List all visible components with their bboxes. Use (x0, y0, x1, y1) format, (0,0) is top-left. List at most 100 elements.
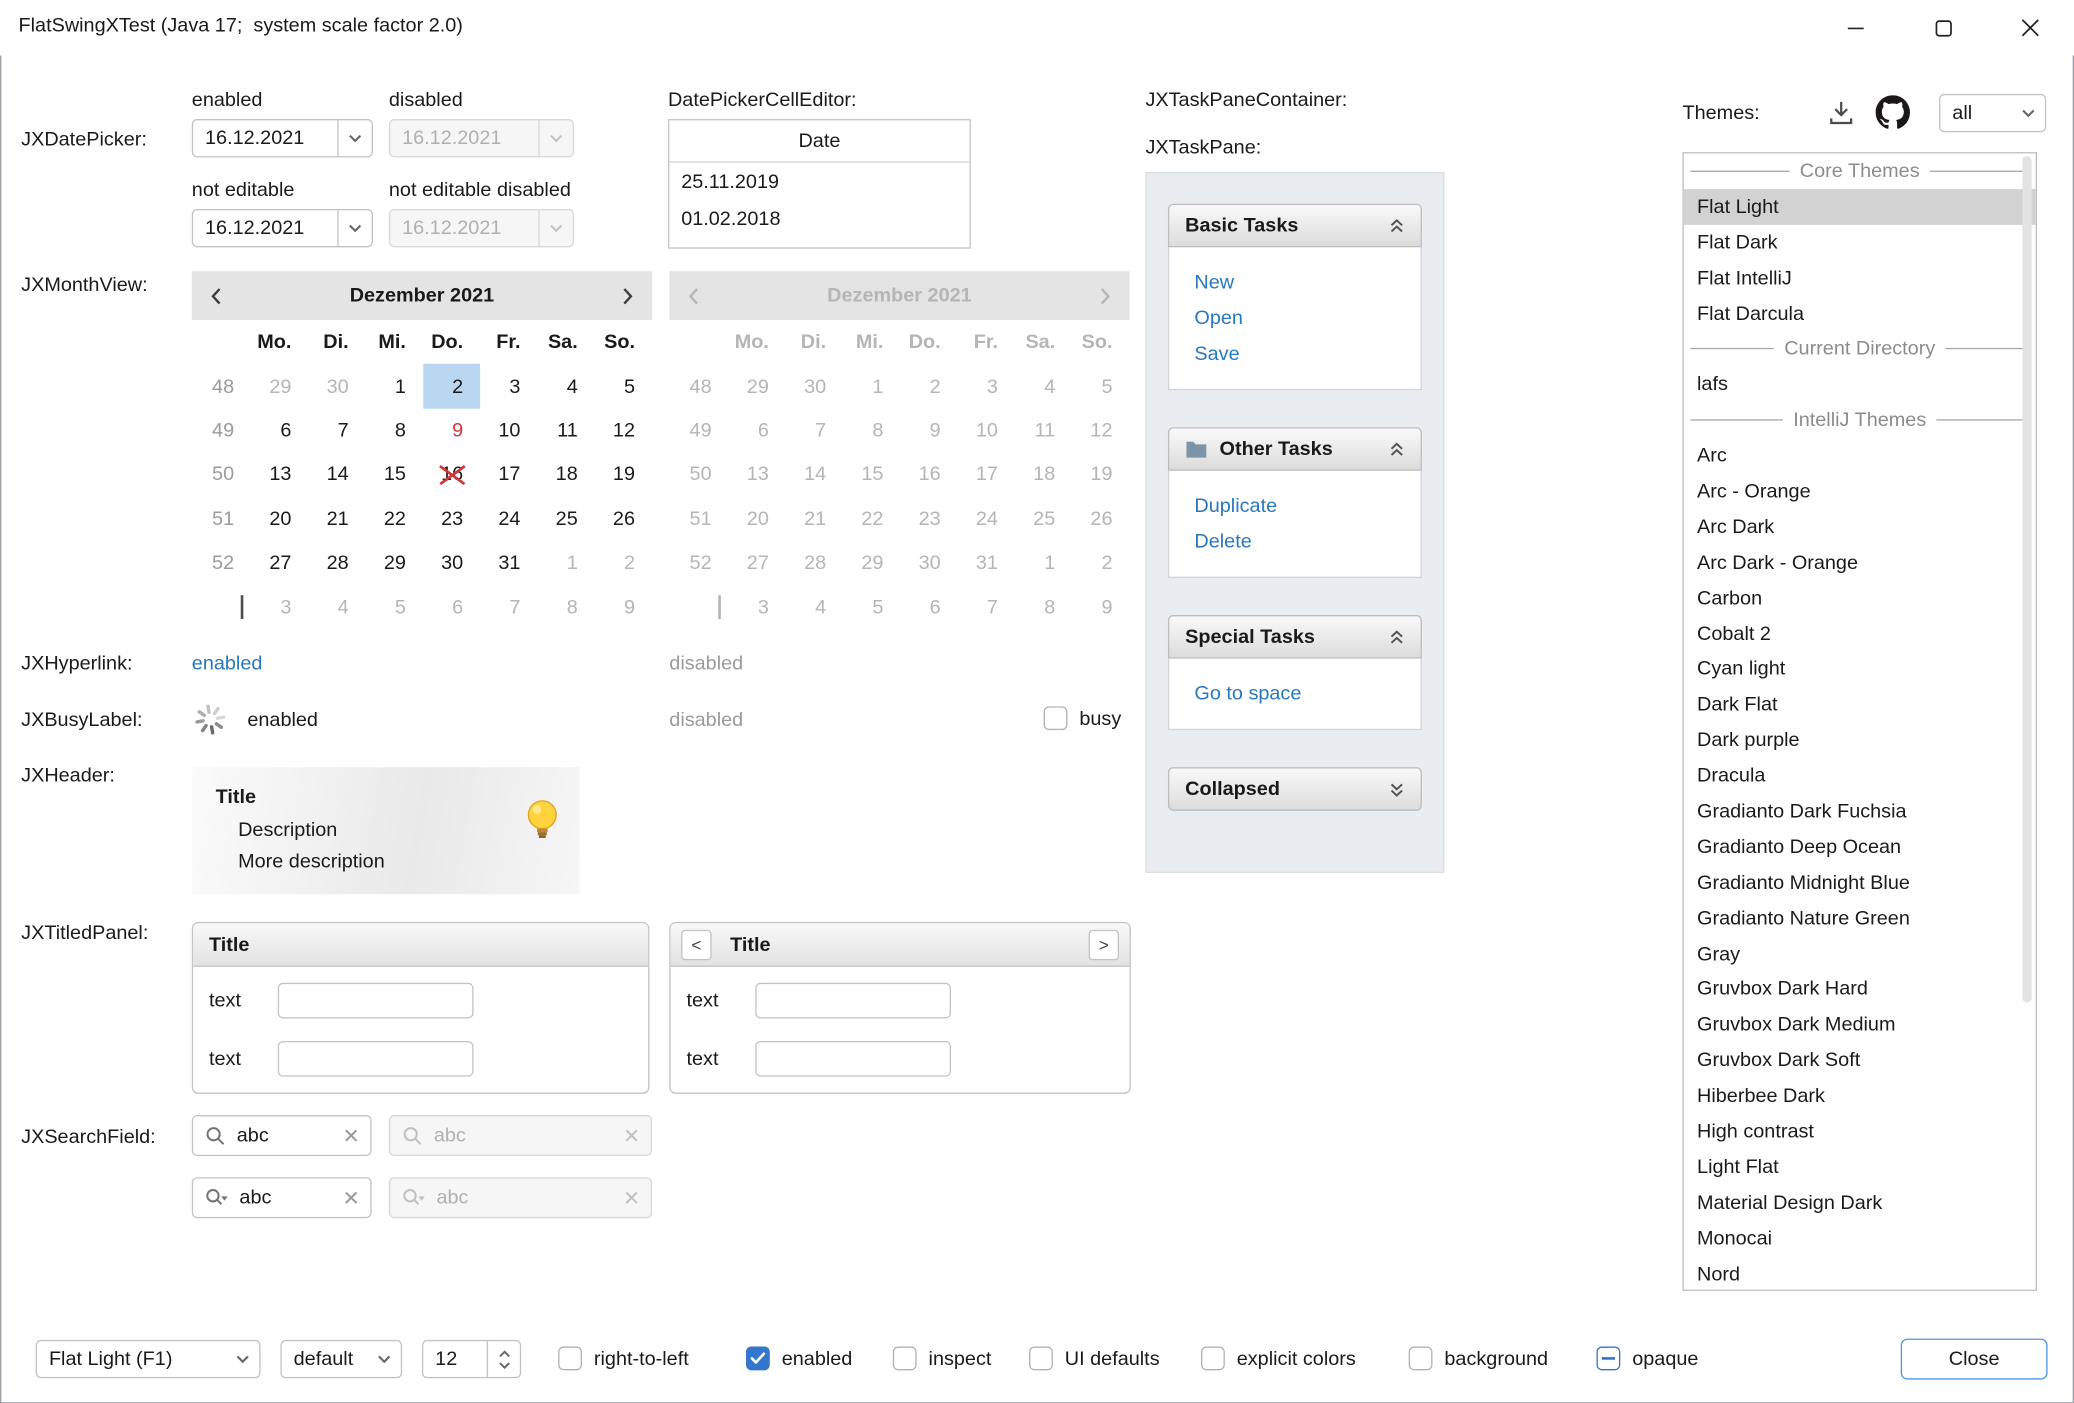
chevron-down-icon[interactable] (337, 120, 371, 156)
theme-item-dracula[interactable]: Dracula (1684, 758, 2036, 794)
calendar-day[interactable]: 5 (595, 364, 652, 408)
calendar-day[interactable]: 3 (480, 364, 537, 408)
calendar-day[interactable]: 5 (366, 585, 423, 629)
chevron-down-icon[interactable] (337, 210, 371, 246)
table-row[interactable]: 01.02.2018 (669, 200, 969, 237)
theme-item-flat-darcula[interactable]: Flat Darcula (1684, 296, 2036, 332)
taskpane-header-collapsed[interactable]: Collapsed (1168, 767, 1422, 811)
theme-item-hiberbee-dark[interactable]: Hiberbee Dark (1684, 1078, 2036, 1114)
scrollbar-thumb[interactable] (2022, 156, 2031, 1003)
checkbox-opaque[interactable]: opaque (1597, 1347, 1699, 1371)
search-field[interactable]: abc (192, 1115, 372, 1156)
style-combo[interactable]: default (280, 1340, 402, 1378)
theme-item-gray[interactable]: Gray (1684, 936, 2036, 972)
theme-item-cyan-light[interactable]: Cyan light (1684, 651, 2036, 687)
theme-item-dark-flat[interactable]: Dark Flat (1684, 687, 2036, 723)
calendar-day[interactable]: 14 (309, 453, 366, 497)
spinner-up-icon[interactable] (498, 1350, 510, 1358)
calendar-day[interactable]: 7 (309, 408, 366, 452)
theme-item-lafs[interactable]: lafs (1684, 367, 2036, 403)
theme-filter-combo[interactable]: all (1939, 94, 2046, 132)
calendar-day[interactable]: 30 (423, 541, 480, 585)
text-input[interactable] (278, 1041, 474, 1077)
taskpane-header-other-tasks[interactable]: Other Tasks (1168, 427, 1422, 471)
task-link-go-to-space[interactable]: Go to space (1194, 676, 1395, 712)
window-minimize-button[interactable] (1812, 0, 1899, 56)
calendar-day[interactable]: 4 (309, 585, 366, 629)
calendar-day[interactable]: 17 (480, 453, 537, 497)
window-maximize-button[interactable] (1899, 0, 1986, 56)
taskpane-header-basic-tasks[interactable]: Basic Tasks (1168, 204, 1422, 248)
calendar-day[interactable]: 1 (538, 541, 595, 585)
calendar-day[interactable]: 8 (366, 408, 423, 452)
checkbox-background[interactable]: background (1409, 1347, 1548, 1371)
calendar-day[interactable]: 28 (309, 541, 366, 585)
calendar-day[interactable]: 7 (480, 585, 537, 629)
calendar-day[interactable]: 2 (595, 541, 652, 585)
theme-item-flat-light[interactable]: Flat Light (1684, 189, 2036, 225)
calendar-day[interactable]: 30 (309, 364, 366, 408)
calendar-day[interactable]: 2 (423, 364, 480, 408)
datepicker-not-editable[interactable]: 16.12.2021 (192, 209, 373, 247)
calendar-day[interactable]: 3 (251, 585, 308, 629)
theme-item-gruvbox-dark-soft[interactable]: Gruvbox Dark Soft (1684, 1043, 2036, 1079)
titled-panel-left-button[interactable]: < (681, 929, 711, 959)
task-link-open[interactable]: Open (1194, 300, 1395, 336)
calendar-day[interactable]: 6 (251, 408, 308, 452)
calendar-prev-icon[interactable] (210, 286, 222, 305)
calendar-day[interactable]: 25 (538, 497, 595, 541)
theme-item-gruvbox-dark-medium[interactable]: Gruvbox Dark Medium (1684, 1007, 2036, 1043)
calendar-day[interactable]: 16 (423, 453, 480, 497)
task-link-save[interactable]: Save (1194, 336, 1395, 372)
theme-item-arc-dark[interactable]: Arc Dark (1684, 509, 2036, 545)
theme-item-gradianto-dark-fuchsia[interactable]: Gradianto Dark Fuchsia (1684, 794, 2036, 830)
calendar-day[interactable]: 29 (251, 364, 308, 408)
taskpane-header-special-tasks[interactable]: Special Tasks (1168, 615, 1422, 659)
calendar-day[interactable]: 1 (366, 364, 423, 408)
checkbox-enabled[interactable]: enabled (746, 1347, 852, 1371)
theme-item-arc-orange[interactable]: Arc - Orange (1684, 474, 2036, 510)
theme-item-arc-dark-orange[interactable]: Arc Dark - Orange (1684, 545, 2036, 581)
checkbox-right-to-left[interactable]: right-to-left (558, 1347, 689, 1371)
calendar-day[interactable]: 27 (251, 541, 308, 585)
theme-item-flat-intellij[interactable]: Flat IntelliJ (1684, 260, 2036, 296)
checkbox-ui-defaults[interactable]: UI defaults (1029, 1347, 1160, 1371)
theme-item-dark-purple[interactable]: Dark purple (1684, 723, 2036, 759)
task-link-delete[interactable]: Delete (1194, 524, 1395, 560)
table-column-header[interactable]: Date (669, 120, 969, 162)
chevron-double-up-icon[interactable] (1389, 218, 1405, 234)
calendar-day[interactable]: 29 (366, 541, 423, 585)
window-close-button[interactable] (1987, 0, 2074, 56)
task-link-duplicate[interactable]: Duplicate (1194, 488, 1395, 524)
clear-icon[interactable] (344, 1128, 359, 1143)
search-field[interactable]: abc (192, 1177, 372, 1218)
checkbox-inspect[interactable]: inspect (893, 1347, 992, 1371)
github-icon[interactable] (1876, 95, 1910, 129)
chevron-double-up-icon[interactable] (1389, 441, 1405, 457)
calendar-day[interactable]: 11 (538, 408, 595, 452)
calendar-day[interactable]: 4 (538, 364, 595, 408)
themes-scrollbar[interactable] (2021, 155, 2034, 1291)
calendar-day[interactable]: 9 (595, 585, 652, 629)
close-button[interactable]: Close (1901, 1339, 2048, 1380)
clear-icon[interactable] (344, 1190, 359, 1205)
calendar-day[interactable]: 24 (480, 497, 537, 541)
calendar-day[interactable]: 8 (538, 585, 595, 629)
table-row[interactable]: 25.11.2019 (669, 163, 969, 200)
spinner-buttons[interactable] (487, 1341, 520, 1377)
checkbox-explicit-colors[interactable]: explicit colors (1201, 1347, 1356, 1371)
hyperlink-enabled[interactable]: enabled (192, 652, 263, 674)
calendar-day[interactable]: 6 (423, 585, 480, 629)
text-input[interactable] (755, 983, 951, 1019)
calendar-day[interactable]: 9 (423, 408, 480, 452)
theme-item-cobalt-2[interactable]: Cobalt 2 (1684, 616, 2036, 652)
theme-item-light-flat[interactable]: Light Flat (1684, 1149, 2036, 1185)
calendar-day[interactable]: 31 (480, 541, 537, 585)
calendar-day[interactable]: 26 (595, 497, 652, 541)
checkbox-busy[interactable]: busy (1044, 706, 1122, 730)
calendar-day[interactable]: 18 (538, 453, 595, 497)
datepicker-enabled[interactable]: 16.12.2021 (192, 119, 373, 157)
calendar-day[interactable]: 12 (595, 408, 652, 452)
calendar-day[interactable]: 13 (251, 453, 308, 497)
calendar-next-icon[interactable] (622, 286, 634, 305)
